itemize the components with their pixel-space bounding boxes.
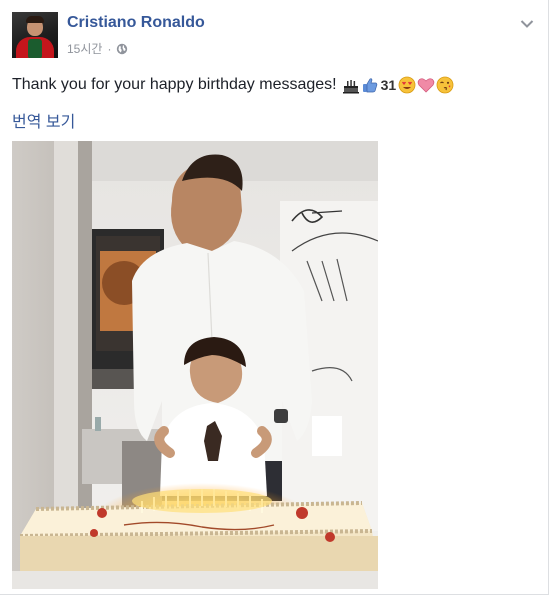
post-timestamp[interactable]: 15시간 — [67, 40, 102, 57]
cake-emoji — [342, 76, 360, 94]
avatar-hair — [26, 16, 44, 23]
post-text: Thank you for your happy birthday messag… — [12, 76, 454, 94]
post-card: Cristiano Ronaldo 15시간 · Thank you for y… — [0, 0, 549, 595]
globe-icon[interactable] — [116, 43, 128, 55]
emoji-group: 31 — [342, 76, 455, 94]
thumbs-up-emoji — [361, 76, 379, 94]
author-name[interactable]: Cristiano Ronaldo — [67, 14, 205, 32]
avatar-stripe — [28, 39, 42, 58]
birthday-photo[interactable] — [12, 141, 378, 589]
author-avatar[interactable] — [12, 12, 58, 58]
heart-eyes-emoji — [398, 76, 416, 94]
post-meta: 15시간 · — [67, 40, 128, 57]
status-message: Thank you for your happy birthday messag… — [12, 76, 337, 93]
see-translation-link[interactable]: 번역 보기 — [12, 108, 75, 132]
number-31: 31 — [380, 77, 397, 93]
meta-separator: · — [107, 41, 112, 56]
wink-kiss-emoji — [436, 76, 454, 94]
heart-emoji — [417, 76, 435, 94]
chevron-down-icon[interactable] — [520, 16, 534, 28]
